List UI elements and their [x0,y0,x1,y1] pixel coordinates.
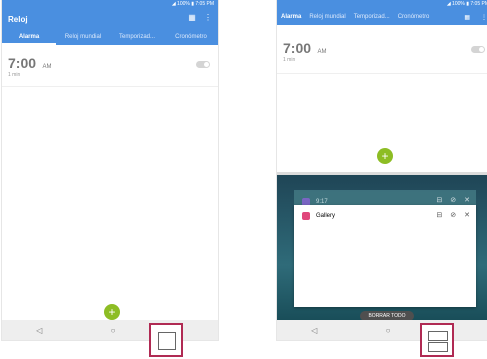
split-screen-icon [428,342,448,352]
clock-tabs: Alarma Reloj mundial Temporizad... Cronó… [277,9,487,25]
menu-icon[interactable]: ▦ [188,13,196,22]
status-bar: ◢ 100% ▮ 7:05 PM [2,0,218,9]
tab-stopwatch[interactable]: Cronómetro [398,14,430,20]
gallery-icon [302,212,310,220]
card-actions: ⊟ ⊘ ✕ [436,211,470,219]
alarm-toggle[interactable] [471,46,485,53]
alarm-subtitle: 1 min [283,57,296,63]
add-alarm-button[interactable]: + [377,148,393,164]
status-bar: ◢ 100% ▮ 7:05 PM [277,0,487,9]
add-alarm-button[interactable]: + [104,304,120,320]
tab-world-clock[interactable]: Reloj mundial [56,34,110,40]
gallery-row: Gallery [302,212,335,220]
alarm-ampm: AM [317,49,327,55]
split-screen-icon[interactable]: ⊟ [436,196,442,204]
card-actions: ⊟ ⊘ ✕ [436,196,470,204]
back-icon[interactable]: ◁ [36,326,42,335]
alarm-time: 7:00 [283,40,312,56]
menu-icon[interactable]: ▦ [464,14,470,21]
navigation-bar: ◁ ○ [2,320,218,340]
app-title: Reloj [8,15,28,24]
home-icon[interactable]: ○ [111,326,116,335]
phone-screen-right: ◢ 100% ▮ 7:05 PM Alarma Reloj mundial Te… [277,0,487,340]
overview-icon [158,332,176,350]
phone-screen-left: ◢ 100% ▮ 7:05 PM Reloj ▦ ⋮ Alarma Reloj … [2,0,218,340]
tab-timer[interactable]: Temporizad... [110,34,164,40]
tab-alarm[interactable]: Alarma [2,34,56,45]
more-icon[interactable]: ⋮ [481,14,487,21]
gallery-label: Gallery [316,213,336,219]
pin-icon[interactable]: ⊘ [450,211,456,219]
gallery-card[interactable]: Gallery ⊟ ⊘ ✕ [294,205,476,307]
alarm-item[interactable]: 7:00 AM 1 min [8,55,51,78]
alarm-ampm: AM [42,64,52,70]
clock-tabs: Alarma Reloj mundial Temporizad... Cronó… [2,29,218,45]
pin-icon[interactable]: ⊘ [450,196,456,204]
tab-alarm[interactable]: Alarma [281,14,301,20]
split-screen-button-highlight[interactable] [420,323,454,357]
split-screen-icon [428,331,448,341]
divider [277,73,487,74]
divider [2,86,218,87]
navigation-bar: ◁ ○ [277,320,487,340]
overview-button-highlight[interactable] [149,323,183,357]
app-bar: Reloj ▦ ⋮ [2,9,218,29]
tab-world-clock[interactable]: Reloj mundial [309,14,345,20]
split-screen-icon[interactable]: ⊟ [436,211,442,219]
close-icon[interactable]: ✕ [464,196,470,204]
alarm-toggle[interactable] [196,61,210,68]
home-icon[interactable]: ○ [386,326,391,335]
tab-timer[interactable]: Temporizad... [354,14,390,20]
alarm-item[interactable]: 7:00 AM 1 min [283,40,326,63]
alarm-time: 7:00 [8,55,37,71]
more-icon[interactable]: ⋮ [204,13,212,22]
tab-stopwatch[interactable]: Cronómetro [164,34,218,40]
appbar-icons: ▦ ⋮ [188,13,212,22]
alarm-subtitle: 1 min [8,72,21,78]
back-icon[interactable]: ◁ [311,326,317,335]
close-icon[interactable]: ✕ [464,211,470,219]
